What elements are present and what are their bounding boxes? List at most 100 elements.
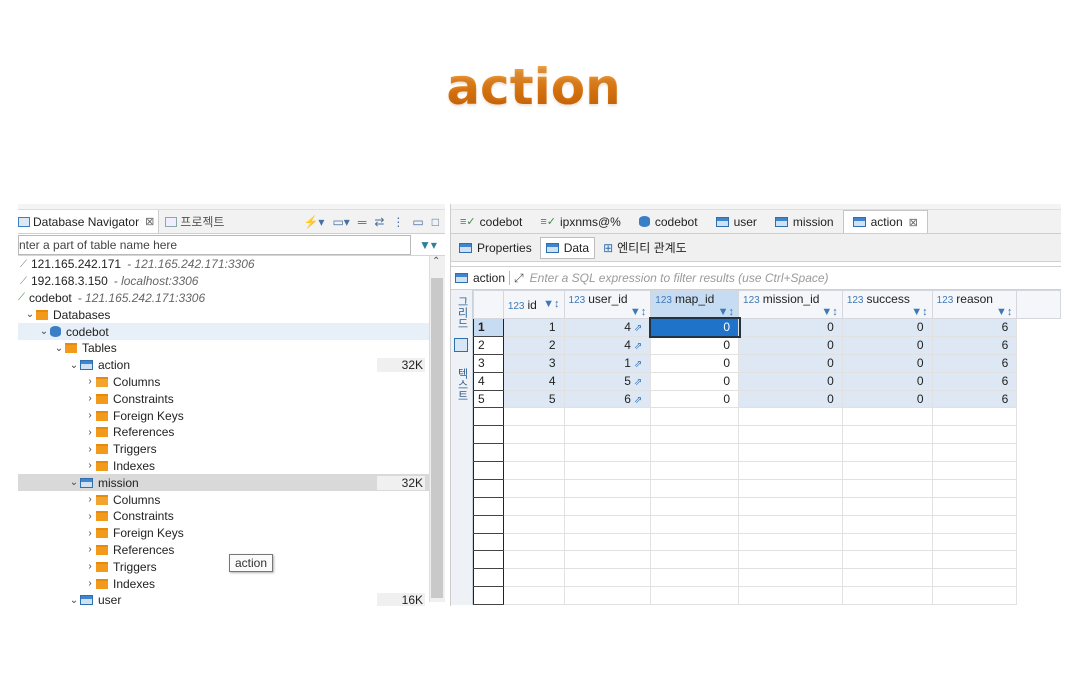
chevron-down-icon[interactable]: ⌄ (38, 326, 50, 337)
link-icon[interactable]: ⇗ (634, 395, 642, 406)
tree-item-table-mission[interactable]: ⌄ mission 32K (18, 474, 445, 492)
cell-user-id[interactable]: 4 ⇗ (563, 318, 652, 337)
table-search-input[interactable] (18, 234, 411, 255)
chevron-down-icon[interactable]: ⌄ (68, 360, 80, 371)
tree-item-triggers[interactable]: › Triggers (18, 441, 445, 458)
cell-mission-id[interactable]: 0 (738, 371, 843, 391)
table-row[interactable]: 2 2 4 ⇗ 0 0 0 6 (472, 335, 1061, 355)
chevron-right-icon[interactable]: › (84, 393, 96, 404)
chevron-right-icon[interactable]: › (84, 444, 96, 455)
cell-success[interactable]: 0 (841, 389, 933, 409)
tree-item-table-user[interactable]: ⌄ user 16K (18, 592, 445, 606)
cell-reason[interactable]: 6 (931, 353, 1018, 373)
tree-item-constraints[interactable]: › Constraints (18, 390, 445, 407)
close-icon[interactable]: ⊠ (145, 215, 154, 228)
tab-action[interactable]: action ⊠ (842, 210, 928, 233)
cell-user-id[interactable]: 1 ⇗ (563, 353, 652, 373)
cell-map-id[interactable]: 0 (650, 353, 740, 373)
chevron-right-icon[interactable]: › (84, 410, 96, 421)
filter-input[interactable]: Enter a SQL expression to filter results… (530, 271, 829, 285)
maximize-icon[interactable]: □ (432, 215, 439, 229)
tree-item-db-codebot[interactable]: ⌄ codebot (18, 323, 445, 340)
cell-map-id[interactable]: 0 (650, 389, 740, 409)
table-row[interactable]: 1 1 4 ⇗ 0 0 0 6 (472, 316, 1061, 339)
collapse-all-icon[interactable]: ═ (358, 215, 367, 229)
sort-filter-icon[interactable]: ▼↕ (821, 306, 837, 318)
tree-item-databases[interactable]: ⌄ Databases (18, 306, 445, 323)
sort-filter-icon[interactable]: ▼↕ (630, 306, 646, 318)
column-header-map-id[interactable]: 123 map_id ▼↕ (650, 290, 740, 319)
cell-user-id[interactable]: 4 ⇗ (563, 335, 652, 355)
close-icon[interactable]: ⊠ (909, 216, 918, 229)
tree-item-columns[interactable]: › Columns (18, 491, 445, 508)
link-icon[interactable]: ⇗ (634, 359, 642, 370)
cell-user-id[interactable]: 6 ⇗ (563, 389, 652, 409)
tab-database-navigator[interactable]: Database Navigator ⊠ (18, 210, 160, 233)
new-connection-icon[interactable]: ⚡▾ (303, 215, 324, 229)
cell-id[interactable]: 2 (502, 335, 565, 355)
cell-id[interactable]: 1 (502, 318, 565, 337)
cell-user-id[interactable]: 5 ⇗ (563, 371, 652, 391)
tree-item-connection-1[interactable]: ⟋ 121.165.242.171 - 121.165.242.171:3306 (18, 256, 445, 273)
tree-item-foreign-keys[interactable]: › Foreign Keys (18, 525, 445, 542)
link-icon[interactable]: ⇗ (634, 377, 642, 388)
chevron-right-icon[interactable]: › (84, 511, 96, 522)
cell-mission-id[interactable]: 0 (738, 389, 843, 409)
expand-icon[interactable]: ⤢ (514, 271, 524, 286)
cell-success[interactable]: 0 (841, 318, 933, 337)
cell-map-id[interactable]: 0 (650, 371, 740, 391)
column-header-mission-id[interactable]: 123 mission_id ▼↕ (738, 290, 843, 319)
tab-codebot-sql[interactable]: ≡✓ codebot (451, 210, 531, 233)
tree-item-indexes[interactable]: › Indexes (18, 575, 445, 592)
tree-item-indexes[interactable]: › Indexes (18, 458, 445, 475)
cell-reason[interactable]: 6 (931, 371, 1018, 391)
link-icon[interactable]: ⇗ (634, 341, 642, 352)
minimize-icon[interactable]: ▭ (412, 215, 423, 229)
link-editor-icon[interactable]: ⇄ (374, 215, 384, 229)
tab-ipxnms[interactable]: ≡✓ ipxnms@% (531, 210, 630, 233)
tab-mission[interactable]: mission (766, 210, 843, 233)
cell-success[interactable]: 0 (841, 335, 933, 355)
cell-reason[interactable]: 6 (931, 389, 1018, 409)
tree-item-foreign-keys[interactable]: › Foreign Keys (18, 407, 445, 424)
tree-item-connection-2[interactable]: ⟋ 192.168.3.150 - localhost:3306 (18, 273, 445, 290)
cell-mission-id[interactable]: 0 (738, 318, 843, 337)
cell-id[interactable]: 3 (502, 353, 565, 373)
tree-item-connection-codebot[interactable]: ⟋ codebot - 121.165.242.171:3306 (18, 290, 445, 307)
subtab-er-diagram[interactable]: ⊞ 엔티티 관계도 (598, 237, 692, 259)
cell-id[interactable]: 5 (502, 389, 565, 409)
cell-map-id[interactable]: 0 (650, 335, 740, 355)
chevron-down-icon[interactable]: ⌄ (24, 309, 36, 320)
row-number[interactable]: 1 (472, 318, 504, 337)
vertical-scrollbar[interactable]: ⌃ (429, 256, 445, 602)
cell-mission-id[interactable]: 0 (738, 353, 843, 373)
chevron-right-icon[interactable]: › (84, 460, 96, 471)
cell-id[interactable]: 4 (502, 371, 565, 391)
column-header-success[interactable]: 123 success ▼↕ (841, 290, 933, 319)
chevron-right-icon[interactable]: › (84, 528, 96, 539)
column-header-id[interactable]: 123 id ▼↕ (502, 290, 565, 319)
subtab-data[interactable]: Data (539, 236, 596, 259)
cell-reason[interactable]: 6 (931, 335, 1018, 355)
filter-table-label[interactable]: action (451, 271, 511, 285)
table-row[interactable]: 4 4 5 ⇗ 0 0 0 6 (472, 371, 1061, 391)
table-row[interactable]: 5 5 6 ⇗ 0 0 0 6 (472, 389, 1061, 409)
chevron-right-icon[interactable]: › (84, 376, 96, 387)
chevron-right-icon[interactable]: › (84, 578, 96, 589)
cell-map-id[interactable]: 0 (648, 316, 741, 339)
row-number[interactable]: 4 (472, 372, 504, 391)
tree-item-tables[interactable]: ⌄ Tables (18, 340, 445, 357)
cell-mission-id[interactable]: 0 (738, 335, 843, 355)
scrollbar-thumb[interactable] (431, 278, 443, 598)
table-row[interactable]: 3 3 1 ⇗ 0 0 0 6 (472, 353, 1061, 373)
tree-item-references[interactable]: › References (18, 424, 445, 441)
chevron-right-icon[interactable]: › (84, 544, 96, 555)
row-number[interactable]: 2 (472, 336, 504, 355)
tab-user[interactable]: user (707, 210, 766, 233)
subtab-properties[interactable]: Properties (454, 237, 537, 259)
view-menu-icon[interactable]: ⋮ (392, 215, 404, 229)
sort-filter-icon[interactable]: ▼↕ (911, 306, 927, 318)
new-folder-icon[interactable]: ▭▾ (332, 215, 349, 229)
cell-success[interactable]: 0 (841, 371, 933, 391)
filter-icon[interactable]: ▼▾ (411, 238, 445, 252)
